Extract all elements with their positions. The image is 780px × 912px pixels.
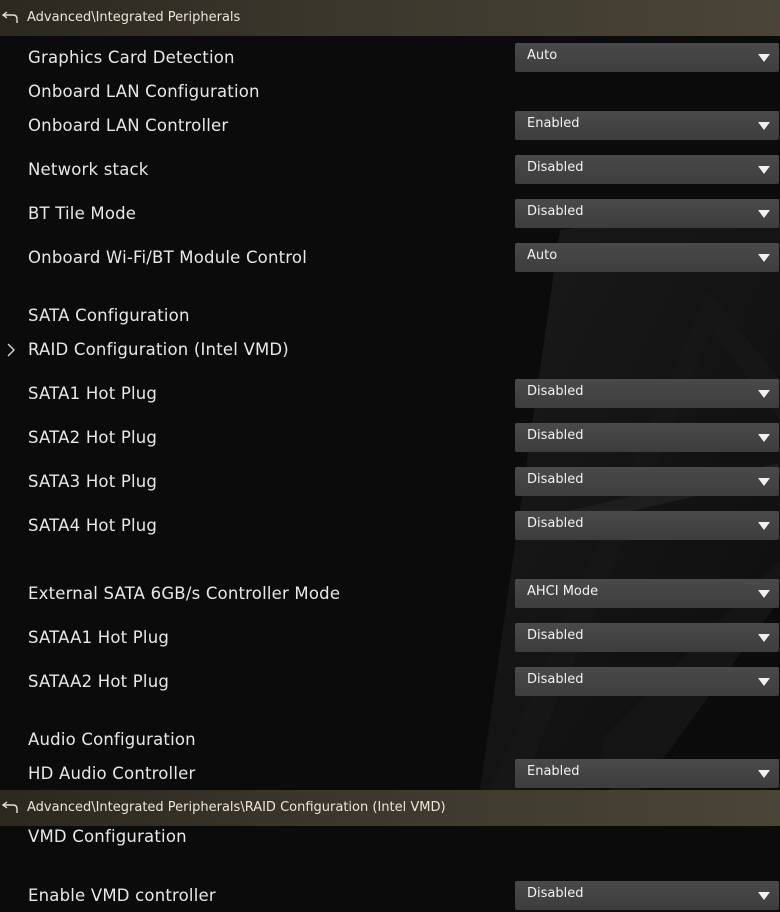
chevron-down-icon: [758, 522, 770, 530]
dropdown-value: Disabled: [527, 428, 584, 443]
dropdown-value: Disabled: [527, 384, 584, 399]
breadcrumb-path: Advanced\Integrated Peripherals\RAID Con…: [27, 800, 446, 815]
onboard-wifi-bt-module-control-label: Onboard Wi-Fi/BT Module Control: [28, 248, 307, 267]
chevron-down-icon: [758, 210, 770, 218]
sata3-hot-plug-dropdown[interactable]: Disabled: [515, 467, 779, 496]
chevron-down-icon: [758, 634, 770, 642]
onboard-lan-configuration-heading: Onboard LAN Configuration: [28, 82, 260, 101]
chevron-down-icon: [758, 390, 770, 398]
sata1-hot-plug-label: SATA1 Hot Plug: [28, 384, 158, 403]
breadcrumb-path: Advanced\Integrated Peripherals: [27, 10, 241, 25]
raid-configuration-link[interactable]: RAID Configuration (Intel VMD): [28, 340, 289, 359]
vmd-configuration-heading: VMD Configuration: [28, 827, 187, 846]
dropdown-value: Enabled: [527, 116, 580, 131]
graphics-card-detection-dropdown[interactable]: Auto: [515, 43, 779, 72]
sata4-hot-plug-label: SATA4 Hot Plug: [28, 516, 158, 535]
enable-vmd-controller-dropdown[interactable]: Disabled: [515, 881, 779, 910]
sata-configuration-heading: SATA Configuration: [28, 306, 190, 325]
hd-audio-controller-dropdown[interactable]: Enabled: [515, 759, 779, 788]
sata4-hot-plug-dropdown[interactable]: Disabled: [515, 511, 779, 540]
chevron-down-icon: [758, 678, 770, 686]
onboard-wifi-bt-module-control-dropdown[interactable]: Auto: [515, 243, 779, 272]
network-stack-dropdown[interactable]: Disabled: [515, 155, 779, 184]
breadcrumb-bar: Advanced\Integrated Peripherals: [0, 0, 780, 36]
chevron-down-icon: [758, 122, 770, 130]
breadcrumb-bar-raid: Advanced\Integrated Peripherals\RAID Con…: [0, 790, 780, 826]
external-sata-controller-mode-dropdown[interactable]: AHCI Mode: [515, 579, 779, 608]
sata3-hot-plug-label: SATA3 Hot Plug: [28, 472, 158, 491]
sataa2-hot-plug-label: SATAA2 Hot Plug: [28, 672, 170, 691]
sataa1-hot-plug-label: SATAA1 Hot Plug: [28, 628, 170, 647]
chevron-down-icon: [758, 892, 770, 900]
chevron-right-icon: [7, 343, 15, 357]
sataa2-hot-plug-dropdown[interactable]: Disabled: [515, 667, 779, 696]
sata2-hot-plug-label: SATA2 Hot Plug: [28, 428, 158, 447]
network-stack-label: Network stack: [28, 160, 149, 179]
dropdown-value: Enabled: [527, 764, 580, 779]
dropdown-value: Disabled: [527, 516, 584, 531]
dropdown-value: Disabled: [527, 672, 584, 687]
dropdown-value: Disabled: [527, 628, 584, 643]
chevron-down-icon: [758, 166, 770, 174]
chevron-down-icon: [758, 54, 770, 62]
chevron-down-icon: [758, 478, 770, 486]
sata2-hot-plug-dropdown[interactable]: Disabled: [515, 423, 779, 452]
dropdown-value: Disabled: [527, 472, 584, 487]
dropdown-value: Auto: [527, 48, 558, 63]
onboard-lan-controller-label: Onboard LAN Controller: [28, 116, 229, 135]
chevron-down-icon: [758, 770, 770, 778]
back-arrow-icon[interactable]: [2, 10, 18, 24]
dropdown-value: Disabled: [527, 886, 584, 901]
hd-audio-controller-label: HD Audio Controller: [28, 764, 196, 783]
bt-tile-mode-dropdown[interactable]: Disabled: [515, 199, 779, 228]
sataa1-hot-plug-dropdown[interactable]: Disabled: [515, 623, 779, 652]
enable-vmd-controller-label: Enable VMD controller: [28, 886, 216, 905]
bt-tile-mode-label: BT Tile Mode: [28, 204, 137, 223]
chevron-down-icon: [758, 590, 770, 598]
sata1-hot-plug-dropdown[interactable]: Disabled: [515, 379, 779, 408]
graphics-card-detection-label: Graphics Card Detection: [28, 48, 235, 67]
back-arrow-icon[interactable]: [2, 800, 18, 814]
chevron-down-icon: [758, 434, 770, 442]
dropdown-value: AHCI Mode: [527, 584, 599, 599]
dropdown-value: Disabled: [527, 204, 584, 219]
dropdown-value: Auto: [527, 248, 558, 263]
dropdown-value: Disabled: [527, 160, 584, 175]
audio-configuration-heading: Audio Configuration: [28, 730, 196, 749]
chevron-down-icon: [758, 254, 770, 262]
onboard-lan-controller-dropdown[interactable]: Enabled: [515, 111, 779, 140]
external-sata-controller-mode-label: External SATA 6GB/s Controller Mode: [28, 584, 341, 603]
